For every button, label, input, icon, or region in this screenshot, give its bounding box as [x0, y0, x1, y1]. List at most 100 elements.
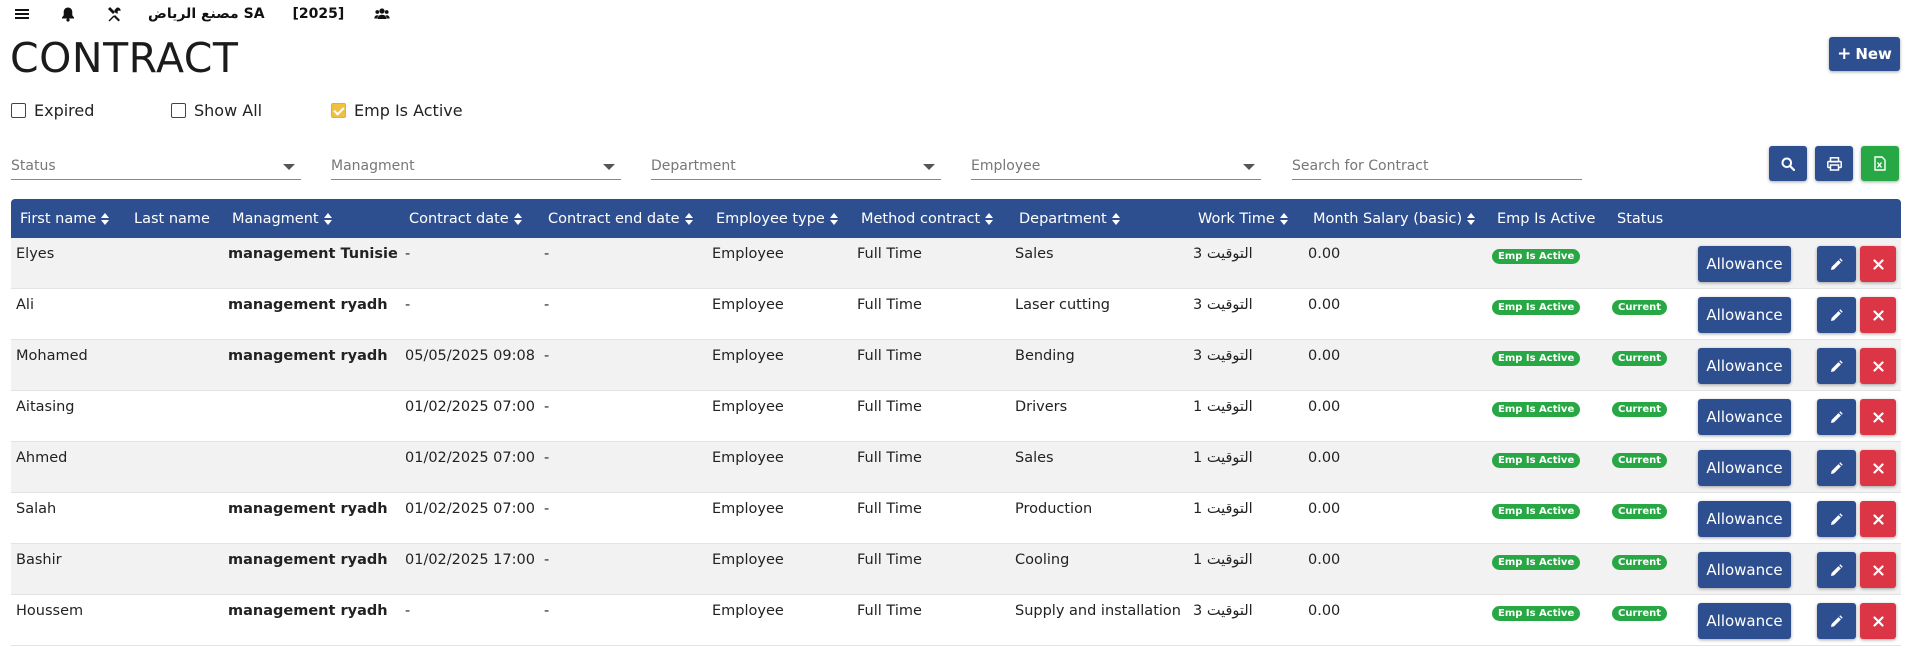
edit-button[interactable]	[1817, 297, 1856, 333]
print-button[interactable]	[1815, 146, 1853, 181]
allowance-button[interactable]: Allowance	[1698, 297, 1791, 333]
emp-is-active-checkbox[interactable]: Emp Is Active	[331, 101, 463, 120]
table-row[interactable]: Aitasing 01/02/2025 07:00- Employee Full Ti…	[11, 391, 1901, 442]
delete-button[interactable]	[1860, 246, 1896, 282]
header-employee-type-label: Employee type	[716, 210, 825, 227]
cell-employee-type: Employee	[712, 603, 784, 619]
cell-contract-date: -	[405, 297, 411, 313]
cell-department: Production	[1015, 501, 1093, 517]
search-button[interactable]	[1769, 146, 1807, 181]
emp-is-active-checkbox-box[interactable]	[331, 103, 346, 118]
allowance-button[interactable]: Allowance	[1698, 399, 1791, 435]
cell-managment: management ryadh	[228, 297, 388, 313]
delete-button[interactable]	[1860, 297, 1896, 333]
edit-button[interactable]	[1817, 603, 1856, 639]
cell-managment: management Tunisie	[228, 246, 398, 262]
employee-select[interactable]: Employee	[971, 152, 1261, 180]
header-last-name: Last name	[134, 199, 210, 238]
table-row[interactable]: Houssem management ryadh - - Employee Full Ti…	[11, 595, 1901, 646]
expired-checkbox[interactable]: Expired	[11, 101, 94, 120]
cell-method-contract: Full Time	[857, 501, 922, 517]
table-row[interactable]: Bashir management ryadh 01/02/2025 17:00- E…	[11, 544, 1901, 595]
allowance-button[interactable]: Allowance	[1698, 603, 1791, 639]
edit-button[interactable]	[1817, 552, 1856, 588]
show-all-checkbox-box[interactable]	[171, 103, 186, 118]
header-employee-type[interactable]: Employee type	[716, 199, 838, 238]
company-name[interactable]: مصنع الرياض SA	[148, 0, 265, 28]
header-department[interactable]: Department	[1019, 199, 1120, 238]
cell-month-salary: 0.00	[1308, 348, 1341, 364]
cell-first-name: Aitasing	[16, 399, 75, 415]
chevron-down-icon	[923, 164, 935, 170]
allowance-button[interactable]: Allowance	[1698, 501, 1791, 537]
sort-icon	[684, 212, 693, 225]
cell-managment: management ryadh	[228, 501, 388, 517]
table-row[interactable]: Ahmed 01/02/2025 07:00- Employee Full Time S…	[11, 442, 1901, 493]
allowance-button[interactable]: Allowance	[1698, 246, 1791, 282]
pencil-icon	[1830, 410, 1843, 424]
contract-search-field[interactable]	[1292, 152, 1582, 180]
expired-checkbox-box[interactable]	[11, 103, 26, 118]
tools-icon[interactable]	[106, 0, 122, 28]
delete-button[interactable]	[1860, 552, 1896, 588]
cell-contract-date: 01/02/2025 17:00	[405, 552, 535, 568]
cell-department: Laser cutting	[1015, 297, 1110, 313]
contract-search-input[interactable]	[1292, 157, 1582, 174]
status-select[interactable]: Status	[11, 152, 301, 180]
header-first-name[interactable]: First name	[20, 199, 110, 238]
delete-button[interactable]	[1860, 399, 1896, 435]
emp-is-active-label: Emp Is Active	[354, 101, 463, 120]
status-badge: Current	[1612, 606, 1668, 621]
sort-icon	[323, 212, 332, 225]
cell-method-contract: Full Time	[857, 297, 922, 313]
delete-button[interactable]	[1860, 348, 1896, 384]
department-select[interactable]: Department	[651, 152, 941, 180]
edit-button[interactable]	[1817, 348, 1856, 384]
header-contract-date[interactable]: Contract date	[409, 199, 522, 238]
new-contract-button[interactable]: + New	[1829, 37, 1900, 71]
users-icon[interactable]	[374, 0, 390, 28]
table-row[interactable]: Salah management ryadh 01/02/2025 07:00- Em…	[11, 493, 1901, 544]
edit-button[interactable]	[1817, 501, 1856, 537]
cell-method-contract: Full Time	[857, 450, 922, 466]
cell-employee-type: Employee	[712, 552, 784, 568]
menu-icon[interactable]	[14, 0, 30, 28]
chevron-down-icon	[603, 164, 615, 170]
bell-icon[interactable]	[60, 0, 76, 28]
fiscal-year[interactable]: [2025]	[293, 0, 345, 28]
delete-button[interactable]	[1860, 501, 1896, 537]
close-icon	[1872, 564, 1884, 576]
delete-button[interactable]	[1860, 603, 1896, 639]
header-managment[interactable]: Managment	[232, 199, 332, 238]
edit-button[interactable]	[1817, 450, 1856, 486]
table-row[interactable]: Mohamed management ryadh 05/05/2025 09:08-…	[11, 340, 1901, 391]
header-method-contract-label: Method contract	[861, 210, 981, 227]
cell-work-time: التوقيت 1	[1193, 501, 1253, 517]
cell-first-name: Salah	[16, 501, 57, 517]
pencil-icon	[1830, 257, 1843, 271]
allowance-button[interactable]: Allowance	[1698, 450, 1791, 486]
managment-select[interactable]: Managment	[331, 152, 621, 180]
new-button-label: New	[1855, 45, 1892, 63]
sort-icon	[1467, 212, 1476, 225]
edit-button[interactable]	[1817, 399, 1856, 435]
header-month-salary[interactable]: Month Salary (basic)	[1313, 199, 1476, 238]
delete-button[interactable]	[1860, 450, 1896, 486]
edit-button[interactable]	[1817, 246, 1856, 282]
sort-icon	[513, 212, 522, 225]
table-row[interactable]: Elyes management Tunisie - - Employee Full Ti…	[11, 238, 1901, 289]
header-method-contract[interactable]: Method contract	[861, 199, 994, 238]
pencil-icon	[1830, 308, 1843, 322]
header-work-time[interactable]: Work Time	[1198, 199, 1288, 238]
pencil-icon	[1830, 461, 1843, 475]
allowance-button[interactable]: Allowance	[1698, 348, 1791, 384]
export-excel-button[interactable]	[1861, 146, 1899, 181]
table-row[interactable]: Ali management ryadh - - Employee Full Time La…	[11, 289, 1901, 340]
cell-work-time: التوقيت 3	[1193, 348, 1253, 364]
cell-managment: management ryadh	[228, 348, 388, 364]
allowance-button[interactable]: Allowance	[1698, 552, 1791, 588]
header-contract-end-date[interactable]: Contract end date	[548, 199, 693, 238]
show-all-checkbox[interactable]: Show All	[171, 101, 262, 120]
cell-contract-date: -	[405, 603, 411, 619]
emp-active-badge: Emp Is Active	[1492, 453, 1581, 468]
